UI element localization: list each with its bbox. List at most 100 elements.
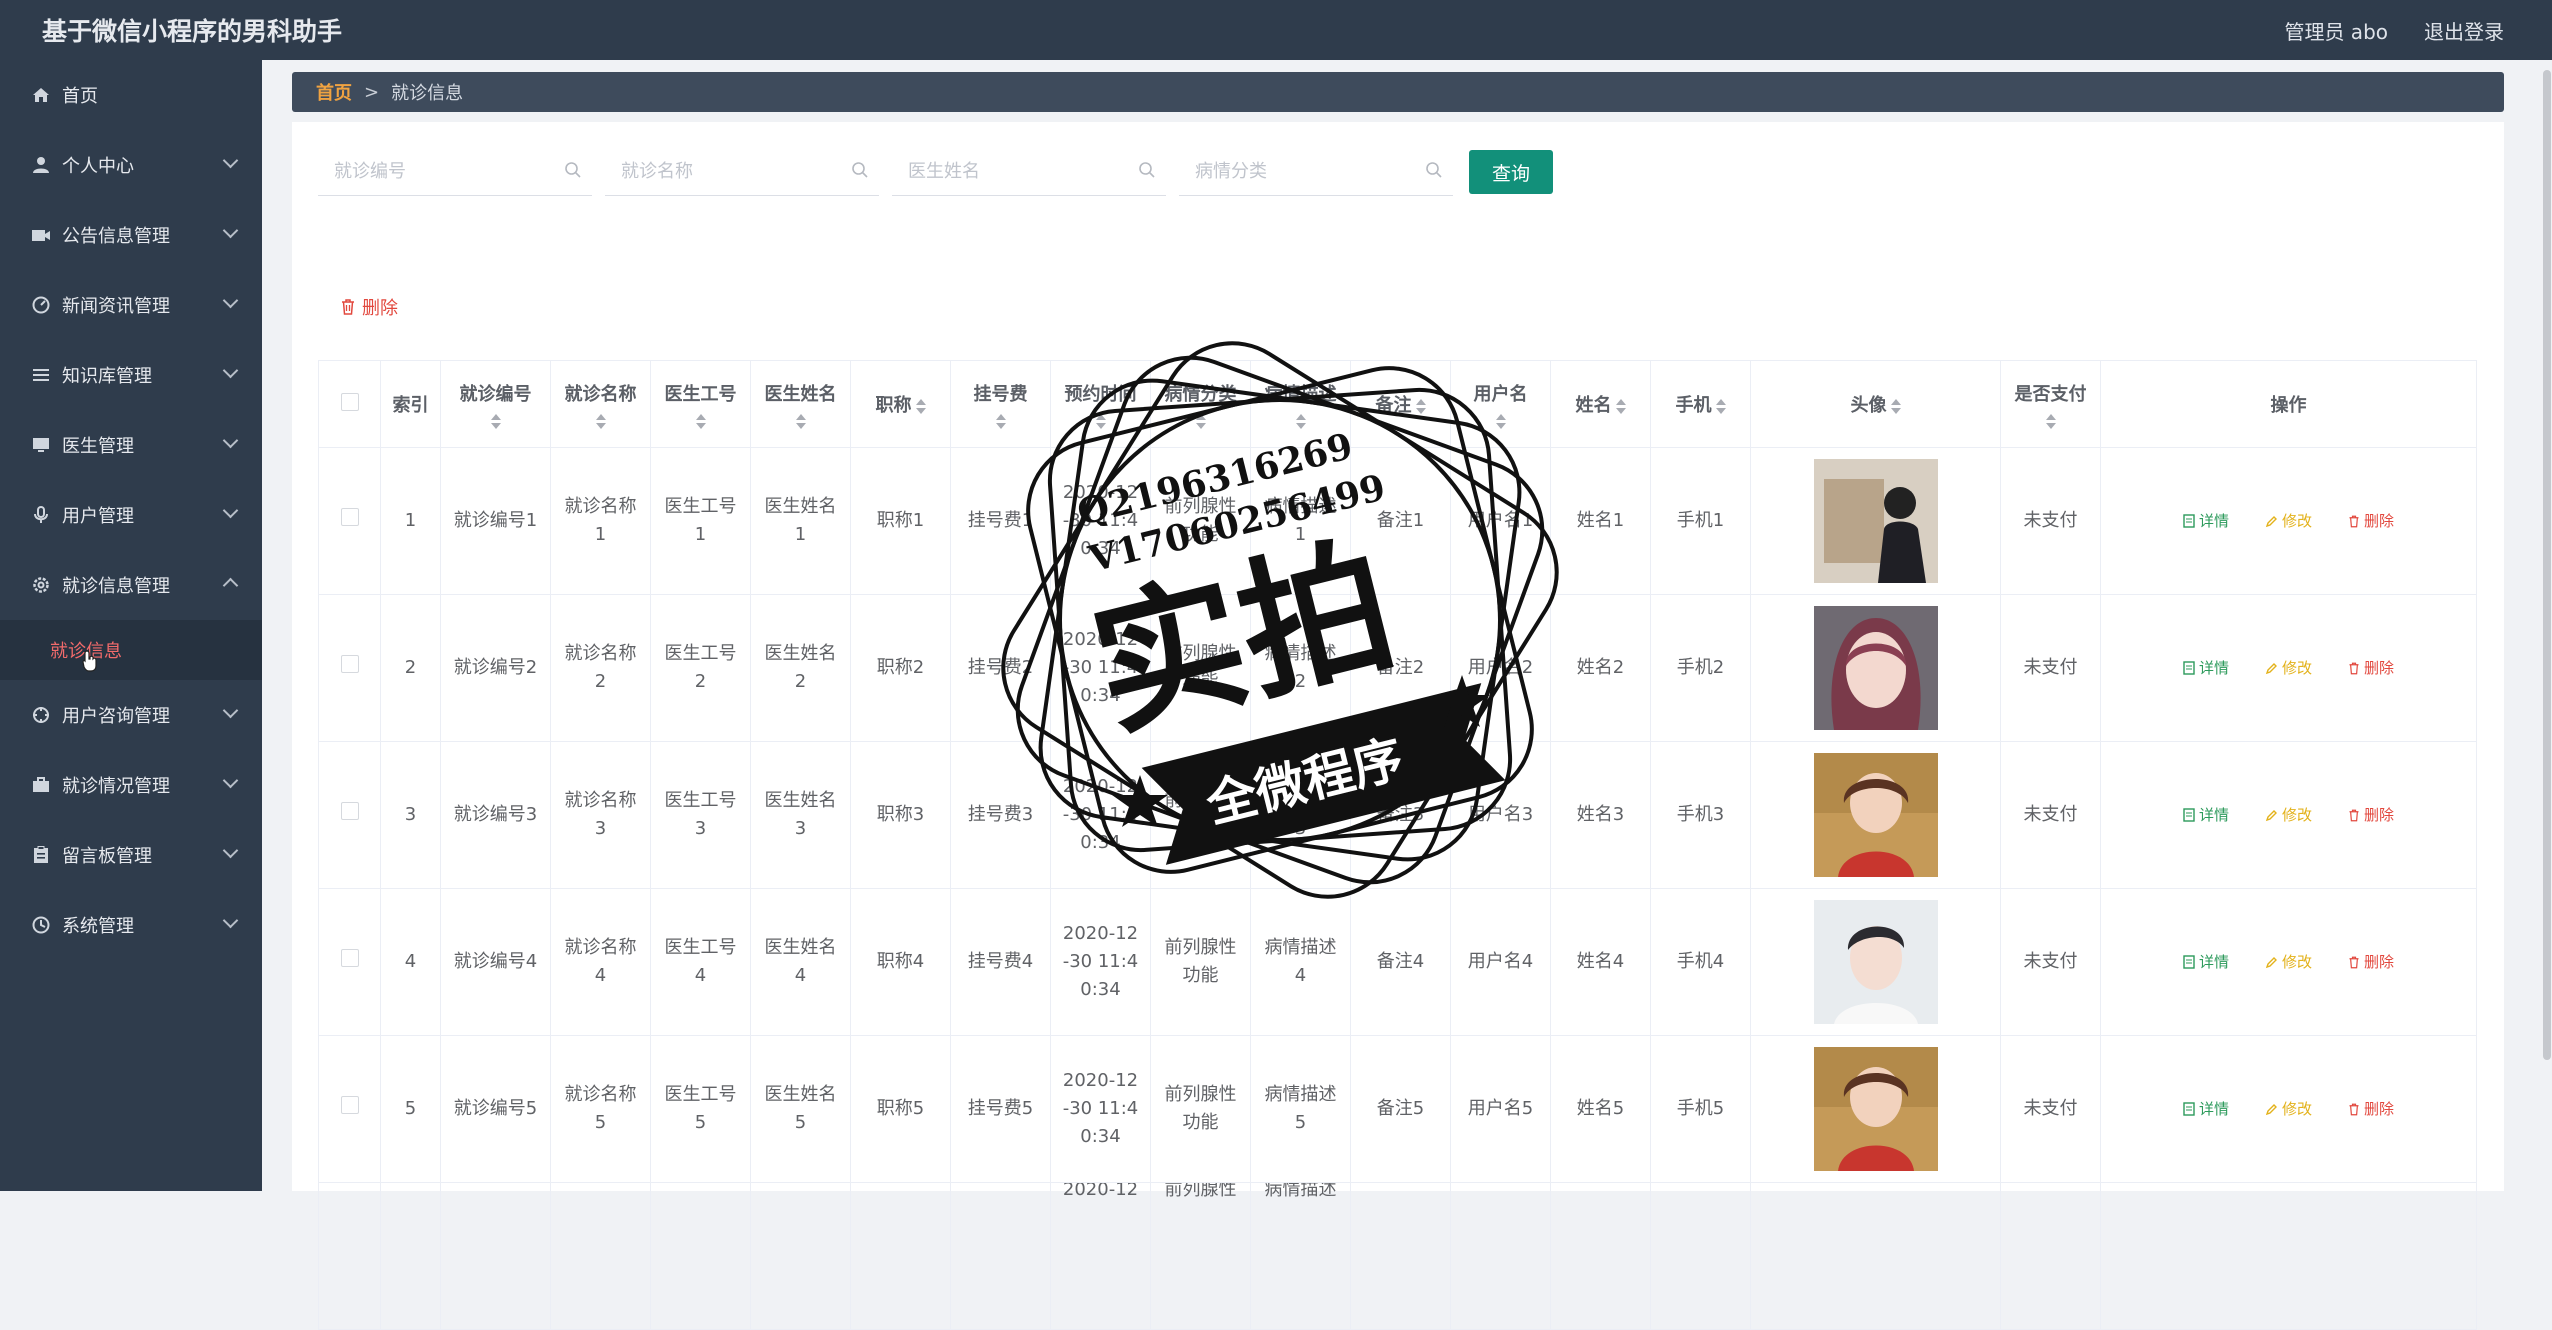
header-note[interactable]: 备注 bbox=[1350, 360, 1451, 448]
cell-time: 2020-12 -30 11:4 0:34 bbox=[1050, 888, 1151, 1036]
pencil-icon bbox=[2265, 809, 2277, 821]
row-checkbox[interactable] bbox=[340, 802, 359, 820]
breadcrumb-separator: > bbox=[364, 81, 380, 103]
top-right-actions: 管理员 abo 退出登录 bbox=[2284, 16, 2504, 45]
sidebar-subitem-visit-info[interactable]: 就诊信息 bbox=[0, 620, 262, 680]
sidebar-item-user[interactable]: 用户管理 bbox=[0, 480, 262, 550]
search-icon bbox=[1426, 162, 1442, 178]
sidebar-item-label: 系统管理 bbox=[62, 916, 134, 937]
sidebar-item-visit-status[interactable]: 就诊情况管理 bbox=[0, 750, 262, 820]
delete-button[interactable]: 删除 bbox=[2348, 801, 2394, 829]
sidebar-item-home[interactable]: 首页 bbox=[0, 60, 262, 130]
edit-button[interactable]: 修改 bbox=[2265, 654, 2312, 682]
sidebar-item-doctor[interactable]: 医生管理 bbox=[0, 410, 262, 480]
delete-button[interactable]: 删除 bbox=[2348, 1095, 2394, 1123]
app-title: 基于微信小程序的男科助手 bbox=[42, 17, 343, 46]
row-checkbox[interactable] bbox=[340, 1096, 359, 1114]
row-checkbox[interactable] bbox=[340, 949, 359, 967]
cell-actions: 详情 修改 删除 bbox=[2100, 447, 2477, 595]
list-icon bbox=[30, 367, 52, 383]
header-doctor-no[interactable]: 医生工号 bbox=[650, 360, 751, 448]
sort-icon bbox=[695, 413, 706, 429]
cell-title: 职称2 bbox=[850, 594, 951, 742]
cell-cat: 前列腺性 功能 bbox=[1150, 1035, 1251, 1183]
logout-button[interactable]: 退出登录 bbox=[2424, 16, 2504, 45]
detail-button[interactable]: 详情 bbox=[2183, 801, 2229, 829]
cell-desc: 病情描述 2 bbox=[1250, 594, 1351, 742]
delete-button[interactable]: 删除 bbox=[2348, 654, 2394, 682]
edit-button[interactable]: 修改 bbox=[2265, 801, 2312, 829]
query-button[interactable]: 查询 bbox=[1469, 150, 1553, 194]
delete-button[interactable]: 删除 bbox=[2348, 948, 2394, 976]
table-header-row: 索引 就诊编号 就诊名称 医生工号 医生姓名 职称 挂号费 预约时间 病情分类 … bbox=[318, 360, 2477, 448]
delete-button[interactable]: 删除 bbox=[2348, 507, 2394, 535]
header-paid[interactable]: 是否支付 bbox=[2000, 360, 2101, 448]
search-input-doctor[interactable] bbox=[892, 148, 1140, 194]
select-all-checkbox[interactable] bbox=[340, 392, 359, 411]
sidebar-item-notice[interactable]: 公告信息管理 bbox=[0, 200, 262, 270]
cell-cat: 前列腺性 功能 bbox=[1150, 447, 1251, 595]
header-doctor-name[interactable]: 医生姓名 bbox=[750, 360, 851, 448]
detail-button[interactable]: 详情 bbox=[2183, 654, 2229, 682]
cell-docno: 医生工号 4 bbox=[650, 888, 751, 1036]
header-realname[interactable]: 姓名 bbox=[1550, 360, 1651, 448]
sidebar-item-personal[interactable]: 个人中心 bbox=[0, 130, 262, 200]
sidebar-item-label: 就诊情况管理 bbox=[62, 776, 170, 797]
header-description[interactable]: 病情描述 bbox=[1250, 360, 1351, 448]
sidebar-item-label: 知识库管理 bbox=[62, 366, 152, 387]
search-input-name[interactable] bbox=[605, 148, 853, 194]
sidebar-item-label: 新闻资讯管理 bbox=[62, 296, 170, 317]
bulk-delete-button[interactable]: 删除 bbox=[340, 294, 398, 320]
breadcrumb-home[interactable]: 首页 bbox=[316, 79, 352, 105]
cell-name: 就诊名称 5 bbox=[550, 1035, 651, 1183]
gear-icon bbox=[30, 576, 52, 594]
search-input-category[interactable] bbox=[1179, 148, 1427, 194]
header-name[interactable]: 就诊名称 bbox=[550, 360, 651, 448]
header-time[interactable]: 预约时间 bbox=[1050, 360, 1151, 448]
sidebar: 首页 个人中心 公告信息管理 新闻资讯管理 知识库管理 医生管理 用户管理 就诊… bbox=[0, 60, 262, 1191]
sidebar-item-message-board[interactable]: 留言板管理 bbox=[0, 820, 262, 890]
header-phone[interactable]: 手机 bbox=[1650, 360, 1751, 448]
cell-paid: 未支付 bbox=[2000, 1035, 2101, 1183]
edit-button[interactable]: 修改 bbox=[2265, 948, 2312, 976]
row-select-cell bbox=[318, 1035, 381, 1183]
partial-cell bbox=[950, 1182, 1051, 1330]
row-checkbox[interactable] bbox=[340, 655, 359, 673]
cell-actions: 详情 修改 删除 bbox=[2100, 594, 2477, 742]
main-content: 首页 > 就诊信息 查询 删除 bbox=[262, 60, 2552, 1330]
cell-fee: 挂号费3 bbox=[950, 741, 1051, 889]
chevron-up-icon bbox=[222, 577, 239, 594]
cell-realname: 姓名2 bbox=[1550, 594, 1651, 742]
detail-button[interactable]: 详情 bbox=[2183, 507, 2229, 535]
row-checkbox[interactable] bbox=[340, 508, 359, 526]
detail-button[interactable]: 详情 bbox=[2183, 948, 2229, 976]
cell-idx: 5 bbox=[380, 1035, 441, 1183]
header-avatar[interactable]: 头像 bbox=[1750, 360, 2001, 448]
avatar bbox=[1813, 1047, 1938, 1171]
sidebar-item-system[interactable]: 系统管理 bbox=[0, 890, 262, 960]
sidebar-item-news[interactable]: 新闻资讯管理 bbox=[0, 270, 262, 340]
header-code[interactable]: 就诊编号 bbox=[440, 360, 551, 448]
scrollbar-thumb[interactable] bbox=[2543, 70, 2551, 1060]
header-fee[interactable]: 挂号费 bbox=[950, 360, 1051, 448]
chevron-down-icon bbox=[222, 772, 239, 789]
header-title[interactable]: 职称 bbox=[850, 360, 951, 448]
edit-button[interactable]: 修改 bbox=[2265, 507, 2312, 535]
header-username[interactable]: 用户名 bbox=[1450, 360, 1551, 448]
sidebar-item-consult[interactable]: 用户咨询管理 bbox=[0, 680, 262, 750]
sidebar-item-knowledge[interactable]: 知识库管理 bbox=[0, 340, 262, 410]
cell-desc: 病情描述 5 bbox=[1250, 1035, 1351, 1183]
cell-code: 就诊编号2 bbox=[440, 594, 551, 742]
sidebar-item-label: 公告信息管理 bbox=[62, 226, 170, 247]
sort-icon bbox=[1195, 413, 1206, 429]
sidebar-item-visit-info[interactable]: 就诊信息管理 bbox=[0, 550, 262, 620]
cell-note: 备注4 bbox=[1350, 888, 1451, 1036]
detail-button[interactable]: 详情 bbox=[2183, 1095, 2229, 1123]
edit-button[interactable]: 修改 bbox=[2265, 1095, 2312, 1123]
cell-docno: 医生工号 1 bbox=[650, 447, 751, 595]
search-input-code[interactable] bbox=[318, 148, 566, 194]
search-field-name bbox=[605, 148, 879, 196]
cell-cat: 前列腺性 功能 bbox=[1150, 888, 1251, 1036]
header-category[interactable]: 病情分类 bbox=[1150, 360, 1251, 448]
partial-cell bbox=[850, 1182, 951, 1330]
